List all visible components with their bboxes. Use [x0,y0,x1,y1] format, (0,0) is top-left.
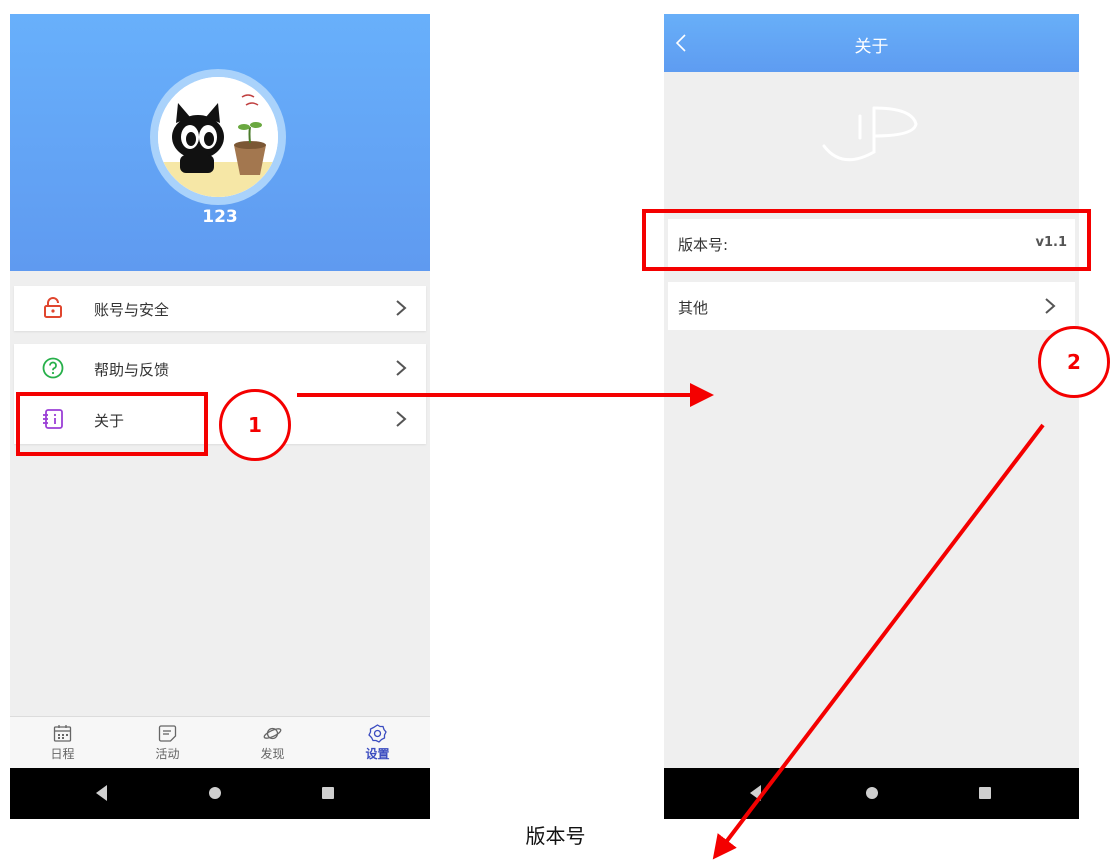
chevron-right-icon [396,300,407,316]
avatar[interactable] [150,69,286,205]
app-logo-icon [822,106,918,162]
tab-label: 日程 [50,747,75,761]
other-row[interactable]: 其他 [668,282,1075,330]
home-icon[interactable] [209,787,221,799]
calendar-icon [53,725,72,742]
step-marker-2: 2 [1038,326,1110,398]
message-icon [158,725,177,742]
menu-card-account: 账号与安全 [14,286,426,331]
gear-icon [368,724,387,743]
username: 123 [202,207,238,227]
highlight-box-version [642,209,1091,271]
tab-activity[interactable]: 活动 [115,717,220,769]
profile-header: 123 [10,14,430,271]
page-title: 关于 [854,37,889,57]
back-icon[interactable] [750,785,761,801]
avatar-image [158,77,278,197]
highlight-box-about [16,392,208,456]
about-header: 关于 [664,14,1079,72]
help-circle-icon [42,357,64,379]
tab-schedule[interactable]: 日程 [10,717,115,769]
chevron-right-icon [396,360,407,376]
home-icon[interactable] [866,787,878,799]
tab-discover[interactable]: 发现 [220,717,325,769]
tab-label: 设置 [365,747,390,761]
recent-apps-icon[interactable] [322,787,334,799]
chevron-right-icon [396,411,407,427]
step-marker-1: 1 [219,389,291,461]
planet-icon [263,727,282,740]
tab-settings[interactable]: 设置 [325,717,430,769]
menu-item-help-feedback[interactable]: 帮助与反馈 [14,346,426,391]
system-nav-bar [10,768,430,819]
caption: 版本号 [525,824,586,848]
menu-item-label: 账号与安全 [94,301,170,319]
about-screen: 关于 版本号: v1.1 其他 [664,14,1079,819]
tab-label: 发现 [260,747,285,761]
unlock-icon [44,297,62,318]
back-icon[interactable] [96,785,107,801]
system-nav-bar [664,768,1079,819]
recent-apps-icon[interactable] [979,787,991,799]
menu-item-account-security[interactable]: 账号与安全 [14,286,426,331]
tab-label: 活动 [155,747,180,761]
bottom-tab-bar: 日程 活动 发现 设置 [10,716,430,768]
chevron-right-icon [1045,298,1056,314]
other-label: 其他 [678,299,709,317]
menu-item-label: 帮助与反馈 [94,361,170,379]
